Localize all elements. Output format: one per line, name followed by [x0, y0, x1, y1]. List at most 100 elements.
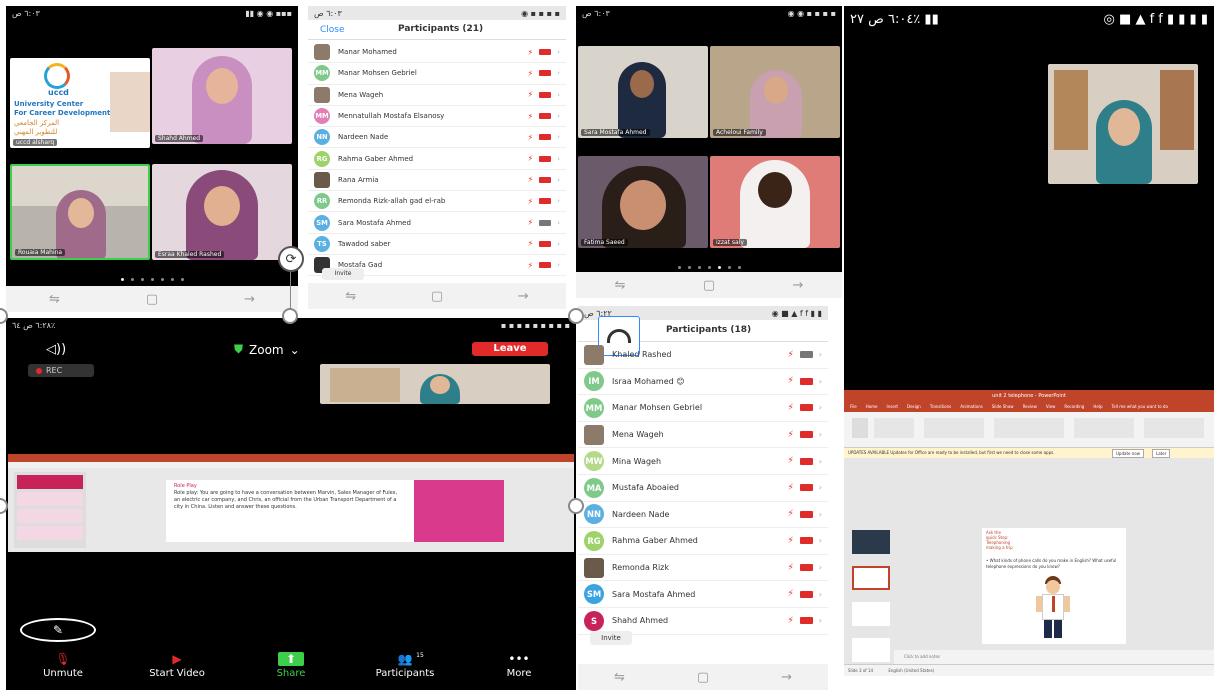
- recent-apps-icon[interactable]: ⇋: [614, 670, 625, 685]
- video-tile[interactable]: Fatima Saeed: [578, 156, 708, 248]
- participant-photo-avatar: [314, 171, 330, 188]
- resize-handle[interactable]: [568, 498, 584, 514]
- participant-photo-avatar: [584, 344, 604, 365]
- ribbon-tab[interactable]: Review: [1023, 402, 1037, 412]
- home-icon[interactable]: ▢: [146, 292, 158, 307]
- more-button[interactable]: ••• More: [474, 652, 564, 690]
- zoom-menu[interactable]: ⛊ Zoom ⌄: [234, 342, 300, 357]
- participant-row[interactable]: MM Mennatullah Mostafa Elsanosy ⚡ ›: [308, 106, 566, 128]
- resize-handle[interactable]: [282, 308, 298, 324]
- participant-row[interactable]: MM Manar Mohsen Gebriel ⚡ ›: [578, 395, 828, 422]
- page-indicator[interactable]: [576, 266, 842, 269]
- participant-row[interactable]: RR Remonda Rizk-allah gad el-rab ⚡ ›: [308, 191, 566, 213]
- video-tile[interactable]: Acheloui Family: [710, 46, 840, 138]
- notification-icons: ◎ ■ ▲ f f ▮ ▮ ▮ ▮: [1103, 12, 1208, 27]
- ribbon-tab[interactable]: Design: [907, 402, 921, 412]
- participant-row[interactable]: RG Rahma Gaber Ahmed ⚡ ›: [578, 528, 828, 555]
- camera-off-icon: [799, 537, 813, 545]
- participant-row[interactable]: Khaled Rashed ⚡ ›: [578, 342, 828, 369]
- home-icon[interactable]: ▢: [703, 278, 715, 293]
- participant-row[interactable]: MM Manar Mohsen Gebriel ⚡ ›: [308, 63, 566, 85]
- video-tile[interactable]: Shahd Ahmed: [152, 48, 292, 144]
- participant-initials-avatar: SM: [584, 584, 604, 605]
- speaker-toggle-icon[interactable]: ◁)): [46, 342, 66, 357]
- start-video-button[interactable]: ▶ Start Video: [132, 652, 222, 690]
- notes-pane[interactable]: Click to add notes: [894, 650, 1214, 664]
- participant-row[interactable]: Mena Wageh ⚡ ›: [578, 422, 828, 449]
- participants-button[interactable]: 👥 Participants 15: [360, 652, 450, 690]
- ribbon-tab[interactable]: Tell me what you want to do: [1111, 402, 1167, 412]
- self-video-thumbnail[interactable]: [320, 364, 550, 404]
- participant-count: 15: [416, 652, 424, 659]
- participant-row[interactable]: Mena Wageh ⚡ ›: [308, 85, 566, 106]
- ribbon-tab[interactable]: Animations: [960, 402, 982, 412]
- video-tile[interactable]: Sara Mostafa Ahmed: [578, 46, 708, 138]
- home-icon[interactable]: ▢: [697, 670, 709, 685]
- close-button[interactable]: Close: [320, 25, 345, 35]
- later-button[interactable]: Later: [1152, 449, 1171, 458]
- mic-muted-icon: ⚡: [527, 239, 534, 249]
- slide-thumbnail[interactable]: [852, 638, 890, 662]
- ppt-window-title: unit 2 telephone - PowerPoint: [992, 393, 1066, 399]
- recent-apps-icon[interactable]: ⇋: [615, 278, 626, 293]
- participant-row[interactable]: SM Sara Mostafa Ahmed ⚡ ›: [578, 581, 828, 608]
- participant-row[interactable]: Rana Armia ⚡ ›: [308, 170, 566, 192]
- back-icon[interactable]: →: [244, 292, 255, 307]
- video-tile[interactable]: Esraa Khaled Rashed: [152, 164, 292, 260]
- back-icon[interactable]: →: [781, 670, 792, 685]
- participant-row[interactable]: MA Mustafa Aboaied ⚡ ›: [578, 475, 828, 502]
- back-icon[interactable]: →: [518, 289, 529, 304]
- rotate-handle[interactable]: ⟳: [278, 246, 304, 272]
- slide-thumbnails: [844, 524, 894, 664]
- update-now-button[interactable]: Update now: [1112, 449, 1145, 458]
- ribbon-tab[interactable]: Insert: [887, 402, 898, 412]
- participant-row[interactable]: IM Israa Mohamed 😊 ⚡ ›: [578, 369, 828, 396]
- share-button[interactable]: ⬆ Share: [246, 652, 336, 690]
- participant-row[interactable]: MW Mina Wageh ⚡ ›: [578, 448, 828, 475]
- ribbon-tab[interactable]: File: [850, 402, 857, 412]
- invite-button[interactable]: Invite: [590, 631, 632, 645]
- mic-muted-icon: ⚡: [527, 260, 534, 270]
- participant-name: Nardeen Nade: [612, 509, 670, 519]
- video-tile[interactable]: izzat saly: [710, 156, 840, 248]
- camera-off-icon: [539, 134, 552, 141]
- video-tile-logo[interactable]: uccd University Center For Career Develo…: [10, 58, 150, 148]
- participant-initials-avatar: MA: [584, 477, 604, 498]
- slide-thumbnail-selected[interactable]: [852, 566, 890, 590]
- participant-initials-avatar: S: [584, 610, 604, 631]
- home-icon[interactable]: ▢: [431, 289, 443, 304]
- ribbon-tab[interactable]: Transitions: [930, 402, 951, 412]
- slide-title: Role Play: [174, 483, 197, 489]
- participant-row[interactable]: TS Tawadod saber ⚡ ›: [308, 234, 566, 255]
- tile-name: Sara Mostafa Ahmed: [581, 129, 650, 136]
- ribbon-tab[interactable]: View: [1046, 402, 1056, 412]
- leave-button[interactable]: Leave: [472, 342, 548, 356]
- slide-thumbnail[interactable]: [852, 602, 890, 626]
- chevron-right-icon: ›: [557, 239, 560, 248]
- unmute-button[interactable]: 🎙 Unmute: [18, 652, 108, 690]
- chevron-right-icon: ›: [557, 261, 560, 270]
- ribbon-tab[interactable]: Recording: [1064, 402, 1084, 412]
- page-indicator[interactable]: [6, 278, 298, 281]
- participant-row[interactable]: Remonda Rizk ⚡ ›: [578, 555, 828, 582]
- participant-row[interactable]: NN Nardeen Nade ⚡ ›: [308, 127, 566, 149]
- recent-apps-icon[interactable]: ⇋: [49, 292, 60, 307]
- invite-button[interactable]: Invite: [322, 268, 364, 280]
- participant-row[interactable]: RG Rahma Gaber Ahmed ⚡ ›: [308, 149, 566, 170]
- participant-row[interactable]: NN Nardeen Nade ⚡ ›: [578, 502, 828, 529]
- participants-title: Participants (21): [398, 24, 484, 34]
- status-time: ٦:٢٨ ص: [23, 320, 51, 330]
- video-tile-active-speaker[interactable]: Rouaia Mahina: [10, 164, 150, 260]
- slide-thumbnail[interactable]: [852, 530, 890, 554]
- resize-handle[interactable]: [568, 308, 584, 324]
- ribbon-tab[interactable]: Help: [1093, 402, 1102, 412]
- ribbon-tab[interactable]: Slide Show: [992, 402, 1014, 412]
- annotate-button[interactable]: ✎: [20, 618, 96, 642]
- back-icon[interactable]: →: [792, 278, 803, 293]
- video-thumbnail[interactable]: [1048, 64, 1198, 184]
- ribbon-tab[interactable]: Home: [866, 402, 878, 412]
- participant-row[interactable]: Manar Mohamed ⚡ ›: [308, 42, 566, 64]
- chevron-right-icon: ›: [557, 112, 560, 121]
- participant-row[interactable]: SM Sara Mostafa Ahmed ⚡ ›: [308, 212, 566, 234]
- recent-apps-icon[interactable]: ⇋: [345, 289, 356, 304]
